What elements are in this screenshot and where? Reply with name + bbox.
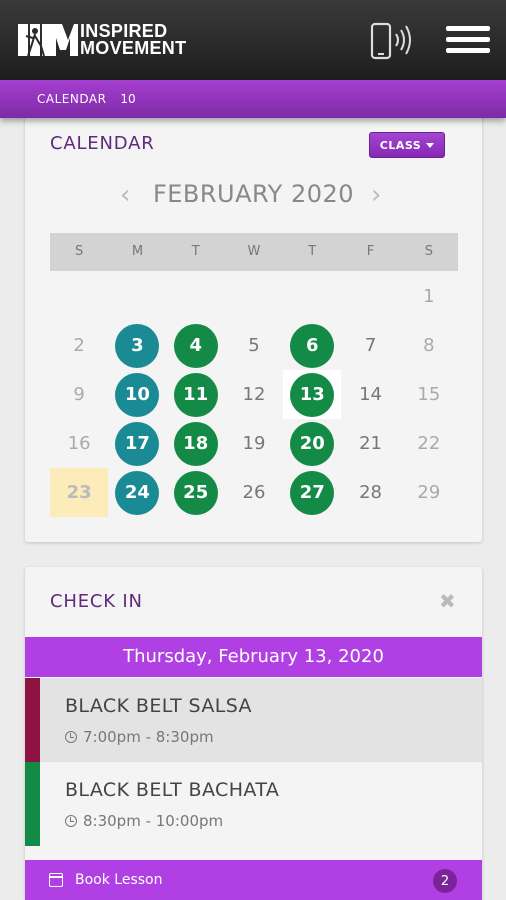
caret-down-icon bbox=[426, 142, 435, 148]
calendar-day[interactable]: 28 bbox=[341, 468, 399, 517]
calendar-day[interactable]: 3 bbox=[108, 321, 166, 370]
calendar-day-empty bbox=[108, 272, 166, 321]
class-day-marker: 6 bbox=[290, 323, 335, 368]
calendar-day[interactable]: 20 bbox=[283, 419, 341, 468]
calendar-day[interactable]: 22 bbox=[400, 419, 458, 468]
calendar-day[interactable]: 1 bbox=[400, 272, 458, 321]
calendar-day[interactable]: 12 bbox=[225, 370, 283, 419]
weekday-label: F bbox=[366, 244, 375, 259]
calendar-day[interactable]: 16 bbox=[50, 419, 108, 468]
brand-line-2: MOVEMENT bbox=[80, 38, 187, 58]
calendar-card: CALENDAR CLASS ‹ FEBRUARY 2020 › S M T W… bbox=[25, 110, 482, 542]
checkin-date: Thursday, February 13, 2020 bbox=[25, 637, 482, 677]
calendar-day[interactable]: 6 bbox=[283, 321, 341, 370]
checkin-card: CHECK IN ✖ Thursday, February 13, 2020 B… bbox=[25, 567, 482, 900]
book-lesson-count-badge: 2 bbox=[433, 869, 457, 893]
class-day-marker: 4 bbox=[173, 323, 218, 368]
calendar-day[interactable]: 4 bbox=[167, 321, 225, 370]
close-icon[interactable]: ✖ bbox=[439, 589, 456, 613]
class-day-marker: 27 bbox=[290, 470, 335, 515]
class-day-marker: 13 bbox=[290, 372, 335, 417]
calendar-day[interactable]: 24 bbox=[108, 468, 166, 517]
calendar-day[interactable]: 11 bbox=[167, 370, 225, 419]
calendar-day[interactable]: 5 bbox=[225, 321, 283, 370]
calendar-day[interactable]: 7 bbox=[341, 321, 399, 370]
class-day-marker: 11 bbox=[173, 372, 218, 417]
clock-icon bbox=[65, 731, 77, 743]
calendar-plus-icon bbox=[49, 873, 63, 887]
weekday-label: T bbox=[308, 244, 317, 259]
calendar-day[interactable]: 26 bbox=[225, 468, 283, 517]
session-time: 7:00pm - 8:30pm bbox=[65, 728, 214, 746]
calendar-day[interactable]: 10 bbox=[108, 370, 166, 419]
phone-signal-icon[interactable] bbox=[370, 22, 416, 60]
subnav-calendar-count: 10 bbox=[120, 92, 136, 106]
calendar-day[interactable]: 19 bbox=[225, 419, 283, 468]
sub-navigation: CALENDAR 10 bbox=[0, 80, 506, 118]
class-session-item[interactable]: BLACK BELT BACHATA 8:30pm - 10:00pm bbox=[25, 762, 482, 846]
month-navigator: ‹ FEBRUARY 2020 › bbox=[25, 174, 482, 214]
class-day-marker: 24 bbox=[115, 470, 160, 515]
calendar-week-row: 23 24 25 26 27 28 29 bbox=[50, 468, 458, 517]
session-name: BLACK BELT SALSA bbox=[65, 695, 252, 717]
book-lesson-button[interactable]: Book Lesson 2 bbox=[25, 860, 482, 900]
weekday-header: S M T W T F S bbox=[50, 233, 458, 271]
book-lesson-label: Book Lesson bbox=[75, 872, 163, 888]
calendar-day[interactable]: 13 bbox=[283, 370, 342, 419]
calendar-day-empty bbox=[50, 272, 108, 321]
calendar-grid: 1 2 3 4 5 6 7 8 9 10 11 12 13 14 15 16 17 18 19 20 21 22 23 24 2… bbox=[50, 272, 458, 517]
session-time: 8:30pm - 10:00pm bbox=[65, 812, 223, 830]
class-day-marker: 3 bbox=[115, 323, 160, 368]
checkin-title: CHECK IN bbox=[50, 591, 143, 612]
weekday-label: S bbox=[424, 244, 433, 259]
calendar-week-row: 2345678 bbox=[50, 321, 458, 370]
calendar-day-empty bbox=[167, 272, 225, 321]
calendar-day[interactable]: 15 bbox=[400, 370, 458, 419]
class-day-marker: 18 bbox=[173, 421, 218, 466]
calendar-day[interactable]: 14 bbox=[341, 370, 399, 419]
session-time-text: 8:30pm - 10:00pm bbox=[83, 812, 224, 830]
brand-logo[interactable]: INSPIRED MOVEMENT bbox=[18, 20, 186, 60]
chevron-right-icon[interactable]: › bbox=[371, 180, 381, 210]
calendar-day-empty bbox=[341, 272, 399, 321]
logo-mark-icon bbox=[18, 24, 78, 57]
weekday-label: W bbox=[247, 244, 261, 259]
session-time-text: 7:00pm - 8:30pm bbox=[83, 728, 214, 746]
calendar-day[interactable]: 27 bbox=[283, 468, 341, 517]
calendar-day[interactable]: 18 bbox=[167, 419, 225, 468]
weekday-label: S bbox=[75, 244, 84, 259]
calendar-week-row: 1 bbox=[50, 272, 458, 321]
class-filter-label: CLASS bbox=[379, 138, 422, 152]
calendar-day-empty bbox=[225, 272, 283, 321]
calendar-day[interactable]: 29 bbox=[400, 468, 458, 517]
month-label: FEBRUARY 2020 bbox=[152, 180, 355, 208]
calendar-week-row: 9 10 11 12 13 14 15 bbox=[50, 370, 458, 419]
calendar-day[interactable]: 23 bbox=[50, 468, 109, 517]
class-filter-button[interactable]: CLASS bbox=[369, 132, 445, 158]
hamburger-menu-icon[interactable] bbox=[446, 26, 490, 56]
class-day-marker: 25 bbox=[173, 470, 218, 515]
session-name: BLACK BELT BACHATA bbox=[65, 779, 280, 801]
class-day-marker: 20 bbox=[290, 421, 335, 466]
calendar-day[interactable]: 25 bbox=[167, 468, 225, 517]
app-header: INSPIRED MOVEMENT bbox=[0, 0, 506, 80]
calendar-day-empty bbox=[283, 272, 341, 321]
calendar-day[interactable]: 17 bbox=[108, 419, 166, 468]
calendar-day[interactable]: 21 bbox=[341, 419, 399, 468]
session-color-bar bbox=[25, 678, 40, 762]
weekday-label: T bbox=[191, 244, 200, 259]
weekday-label: M bbox=[131, 244, 144, 259]
calendar-day[interactable]: 2 bbox=[50, 321, 108, 370]
calendar-week-row: 16 17 18 19 20 21 22 bbox=[50, 419, 458, 468]
class-day-marker: 17 bbox=[115, 421, 160, 466]
calendar-title: CALENDAR bbox=[50, 133, 155, 154]
session-color-bar bbox=[25, 762, 40, 846]
calendar-day[interactable]: 8 bbox=[400, 321, 458, 370]
clock-icon bbox=[65, 815, 77, 827]
class-session-item[interactable]: BLACK BELT SALSA 7:00pm - 8:30pm bbox=[25, 678, 482, 762]
class-day-marker: 10 bbox=[115, 372, 160, 417]
calendar-day[interactable]: 9 bbox=[50, 370, 108, 419]
subnav-calendar-label[interactable]: CALENDAR bbox=[37, 92, 106, 106]
